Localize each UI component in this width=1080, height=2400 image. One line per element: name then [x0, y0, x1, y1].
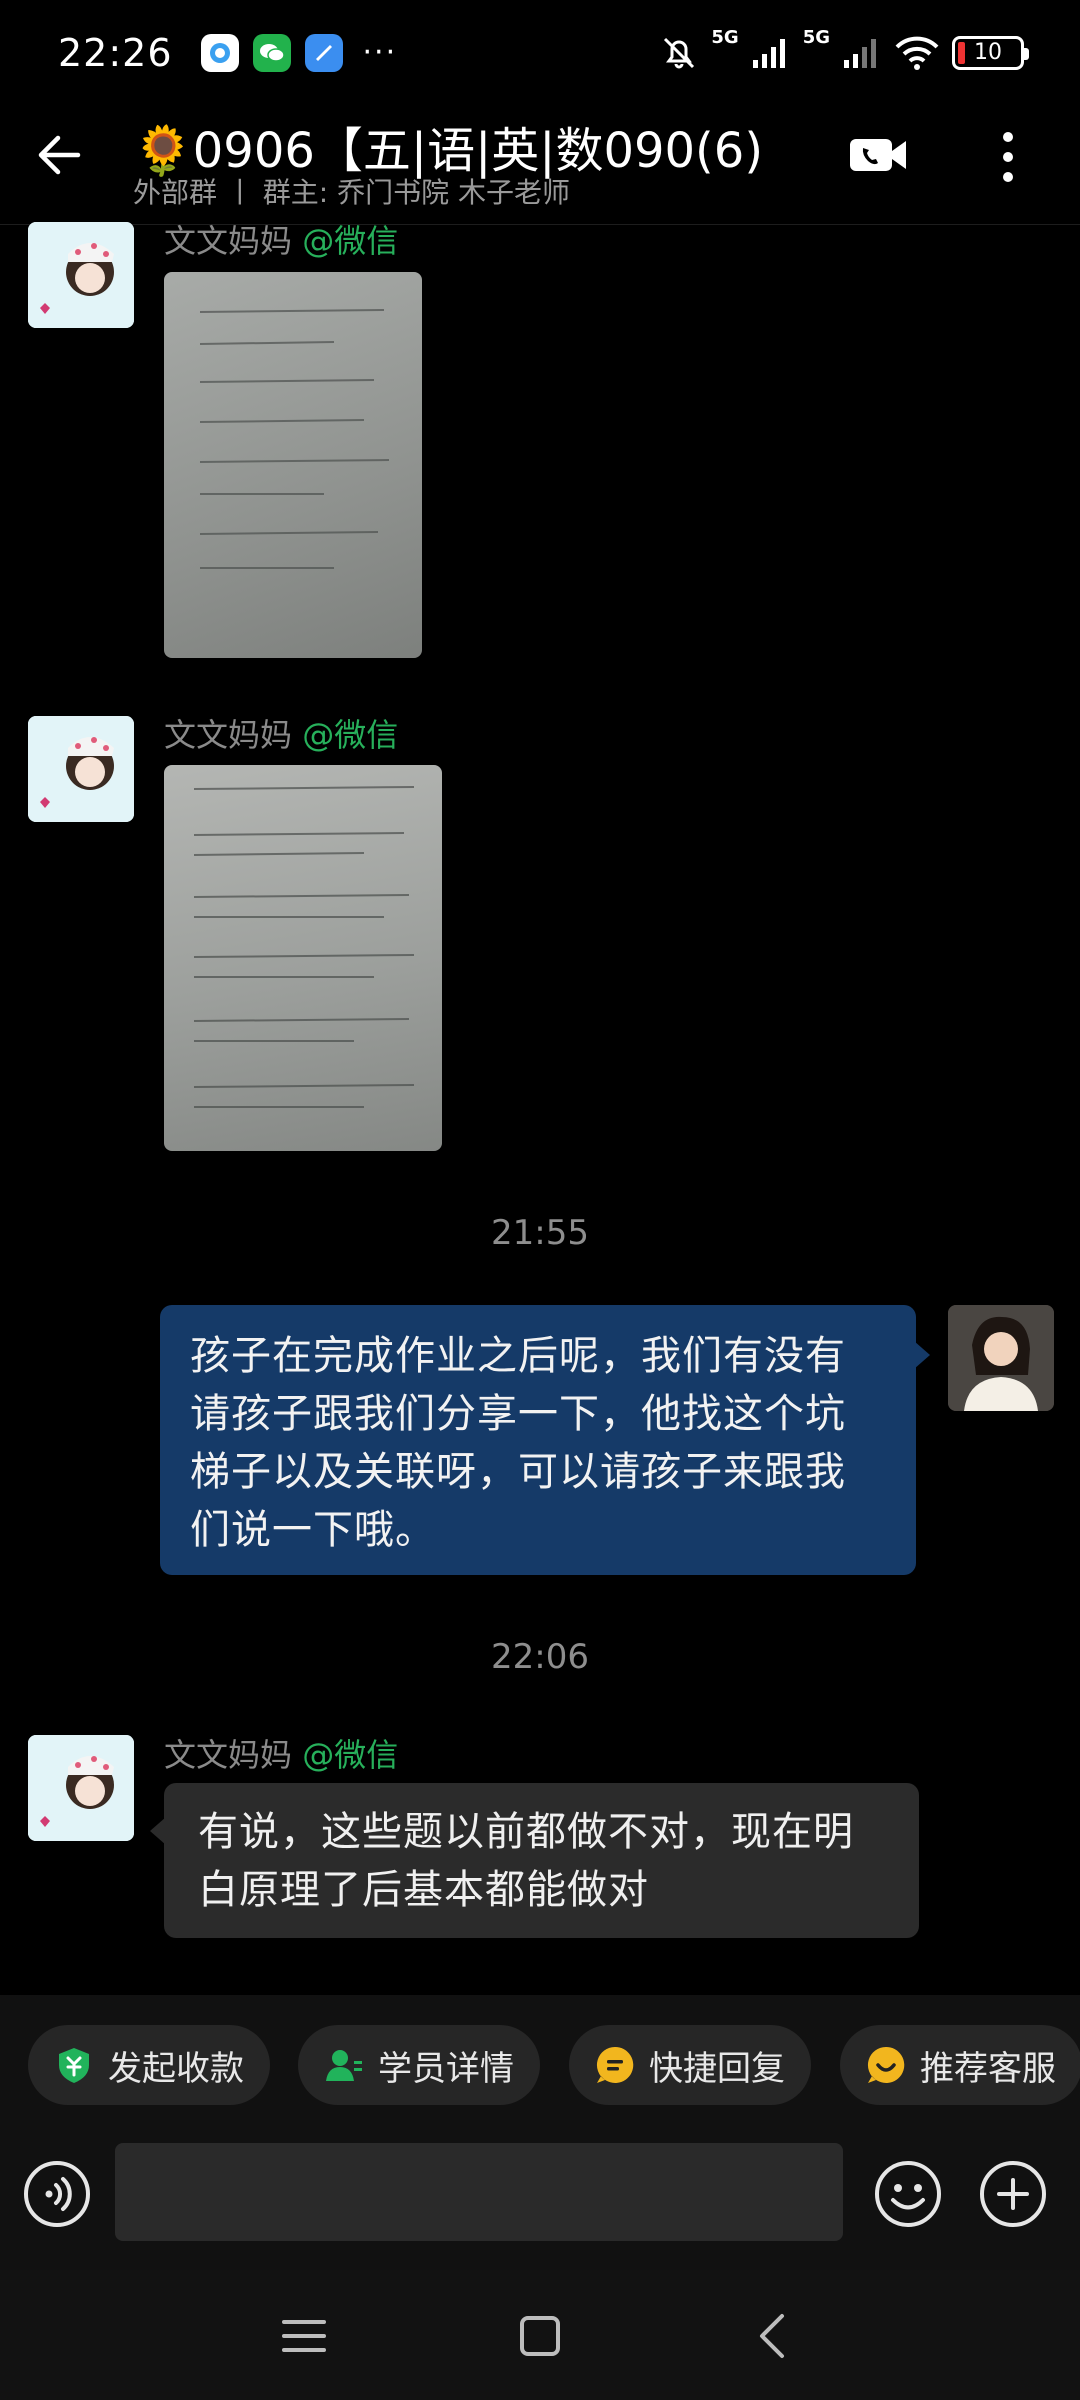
- mute-bell-icon: [664, 37, 695, 68]
- quick-reply-icon: [596, 2046, 634, 2083]
- more-options-icon[interactable]: [990, 127, 1026, 187]
- service-icon: [867, 2046, 905, 2083]
- input-bar: [0, 2135, 1080, 2270]
- voice-input-icon[interactable]: [22, 2159, 92, 2229]
- sender-source: @微信: [302, 716, 399, 754]
- system-navigation-bar: [0, 2270, 1080, 2400]
- payment-shield-icon: [59, 2048, 89, 2083]
- system-status: 5G 5G 10: [659, 27, 1029, 73]
- sender-name: 文文妈妈 @微信: [164, 710, 398, 756]
- student-icon: [326, 2050, 362, 2081]
- battery-level: 10: [974, 40, 1002, 65]
- recommend-service-label: 推荐客服: [920, 2048, 1056, 2089]
- network-type-2: 5G: [802, 26, 830, 48]
- wifi-icon: [895, 36, 939, 70]
- outgoing-message[interactable]: 孩子在完成作业之后呢，我们有没有请孩子跟我们分享一下，他找这个坑梯子以及关联呀，…: [160, 1305, 930, 1575]
- incoming-message[interactable]: 有说，这些题以前都做不对，现在明白原理了后基本都能做对: [150, 1783, 919, 1938]
- chat-header: 🌻0906【五|语|英|数090(6) 外部群 丨 群主: 乔门书院 木子老师: [0, 105, 1080, 225]
- recommend-service-button[interactable]: 推荐客服: [840, 2025, 1080, 2105]
- collect-payment-button[interactable]: 发起收款: [28, 2025, 270, 2105]
- student-details-label: 学员详情: [378, 2048, 514, 2089]
- home-icon[interactable]: [512, 2308, 568, 2364]
- message-input[interactable]: [115, 2143, 843, 2241]
- wechat-icon: [252, 33, 291, 72]
- sender-name: 文文妈妈 @微信: [164, 216, 398, 262]
- back-arrow-icon[interactable]: [30, 125, 90, 185]
- image-message[interactable]: [164, 272, 422, 658]
- add-attachment-icon[interactable]: [978, 2159, 1048, 2229]
- menu-icon[interactable]: [276, 2308, 332, 2364]
- sender-avatar[interactable]: [28, 222, 134, 328]
- more-notifications-icon: ···: [362, 35, 398, 70]
- sender-source: @微信: [302, 222, 399, 260]
- collect-payment-label: 发起收款: [108, 2048, 244, 2089]
- sender-name-text: 文文妈妈: [164, 716, 293, 754]
- video-call-icon[interactable]: [848, 133, 908, 177]
- sender-name: 文文妈妈 @微信: [164, 1730, 398, 1776]
- image-message[interactable]: [164, 765, 442, 1151]
- qq-icon: [200, 33, 239, 72]
- sender-source: @微信: [302, 1736, 399, 1774]
- timestamp: 21:55: [491, 1213, 589, 1253]
- sender-avatar[interactable]: [28, 716, 134, 822]
- sender-avatar[interactable]: [28, 1735, 134, 1841]
- message-app-icon: [304, 33, 343, 72]
- my-avatar[interactable]: [948, 1305, 1054, 1411]
- timestamp: 22:06: [491, 1637, 589, 1677]
- sender-name-text: 文文妈妈: [164, 1736, 293, 1774]
- quick-reply-label: 快捷回复: [649, 2048, 785, 2089]
- quick-reply-button[interactable]: 快捷回复: [569, 2025, 811, 2105]
- quick-action-bar: 发起收款 学员详情 快捷回复 推荐客服: [0, 1995, 1080, 2135]
- back-nav-icon[interactable]: [746, 2308, 802, 2364]
- signal-icon-2: [844, 38, 876, 68]
- status-time: 22:26: [58, 30, 173, 75]
- emoji-icon[interactable]: [873, 2159, 943, 2229]
- student-details-button[interactable]: 学员详情: [298, 2025, 540, 2105]
- group-subtitle: 外部群 丨 群主: 乔门书院 木子老师: [133, 176, 571, 209]
- network-type-1: 5G: [711, 26, 739, 48]
- notification-icons: ···: [200, 33, 398, 72]
- sender-name-text: 文文妈妈: [164, 222, 293, 260]
- battery-icon: 10: [952, 35, 1029, 70]
- signal-icon: [752, 38, 785, 68]
- status-bar: 22:26 ··· 5G 5G 10: [0, 0, 1080, 105]
